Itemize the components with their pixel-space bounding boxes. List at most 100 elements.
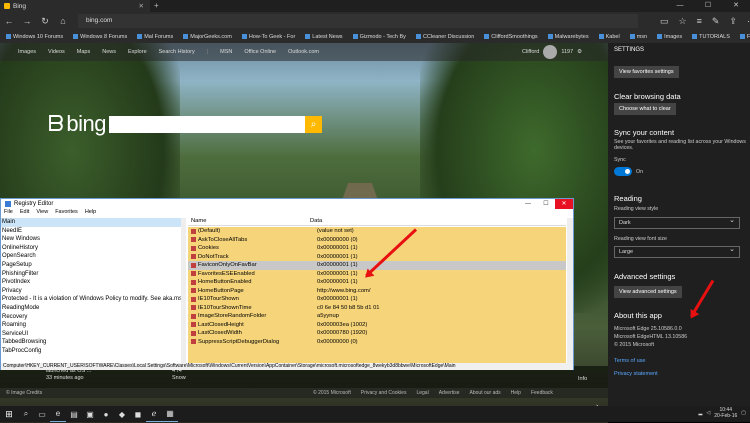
regedit-close-button[interactable]: ✕ — [555, 199, 573, 209]
tree-item[interactable]: OpenSearch — [1, 252, 185, 261]
table-row[interactable]: HomeButtonPage http://www.bing.com/ — [188, 287, 566, 296]
close-tab-icon[interactable]: ✕ — [139, 2, 144, 10]
bing-nav-link[interactable]: MSN — [220, 49, 232, 55]
privacy-link[interactable]: Privacy statement — [614, 371, 658, 377]
column-name-header[interactable]: Name — [188, 218, 310, 225]
footer-link[interactable]: © 2015 Microsoft — [313, 390, 351, 396]
regedit-minimize-button[interactable]: — — [519, 199, 537, 209]
edge-taskbar-icon[interactable]: e — [50, 406, 66, 422]
bing-nav-link[interactable]: News — [102, 49, 116, 55]
search-button[interactable]: ⌕ — [305, 116, 322, 133]
bing-nav-link[interactable]: Maps — [77, 49, 90, 55]
favorite-item[interactable]: How-To Geek - For — [241, 34, 295, 40]
view-favorites-settings-button[interactable]: View favorites settings — [614, 66, 679, 78]
table-row[interactable]: FavoritesESEEnabled 0x00000001 (1) — [188, 270, 566, 279]
tree-item[interactable]: Main — [1, 218, 185, 227]
regedit-menu-item[interactable]: Edit — [20, 209, 29, 217]
user-name[interactable]: Clifford — [522, 49, 539, 55]
bing-nav-link[interactable]: Images — [18, 49, 36, 55]
tree-item[interactable]: Protected - It is a violation of Windows… — [1, 295, 185, 304]
bing-nav-link[interactable]: Search History — [159, 49, 195, 55]
reading-view-icon[interactable]: ▭ — [660, 16, 669, 27]
favorite-item[interactable]: Kabel — [598, 34, 620, 40]
view-advanced-settings-button[interactable]: View advanced settings — [614, 286, 682, 298]
bing-nav-link[interactable]: Outlook.com — [288, 49, 319, 55]
favorite-item[interactable]: Windows 10 Forums — [6, 34, 63, 40]
favorite-item[interactable]: Mal Forums — [137, 34, 173, 40]
favorite-item[interactable]: MajorGeeks.com — [183, 34, 232, 40]
close-window-button[interactable]: ✕ — [722, 0, 750, 12]
footer-link[interactable]: Advertise — [439, 390, 460, 396]
bing-nav-link[interactable]: Videos — [48, 49, 65, 55]
tree-item[interactable]: New Windows — [1, 235, 185, 244]
back-arrow-icon[interactable]: ← — [0, 16, 18, 26]
table-row[interactable]: (Default) (value not set) — [188, 227, 566, 236]
tree-item[interactable]: PhishingFilter — [1, 270, 185, 279]
bing-nav-link[interactable]: Explore — [128, 49, 147, 55]
tree-item[interactable]: ServiceUI — [1, 330, 185, 339]
volume-icon[interactable]: ◁ — [706, 410, 710, 416]
footer-link[interactable]: About our ads — [470, 390, 501, 396]
table-row[interactable]: AskToCloseAllTabs 0x00000000 (0) — [188, 236, 566, 245]
maximize-button[interactable]: ☐ — [694, 0, 722, 12]
tree-item[interactable]: NeedIE — [1, 227, 185, 236]
font-size-select[interactable]: Large — [614, 245, 740, 258]
regedit-maximize-button[interactable]: ☐ — [537, 199, 555, 209]
list-scrollbar[interactable] — [567, 218, 573, 363]
tree-scrollbar[interactable] — [181, 218, 186, 363]
app-icon[interactable]: ◆ — [114, 406, 130, 422]
new-tab-button[interactable]: + — [154, 1, 159, 10]
regedit-taskbar-icon[interactable]: ▦ — [162, 406, 178, 422]
search-input[interactable] — [109, 116, 305, 133]
forward-arrow-icon[interactable]: → — [18, 16, 36, 26]
ie-icon[interactable]: ℯ — [146, 406, 162, 422]
footer-link[interactable]: Legal — [416, 390, 428, 396]
table-row[interactable]: IE10TourShownTime c0 6e 84 50 b8 5b d1 01 — [188, 304, 566, 313]
regedit-menu-item[interactable]: Help — [85, 209, 96, 217]
favorite-star-icon[interactable]: ☆ — [679, 16, 687, 27]
task-view-icon[interactable]: ▭ — [34, 406, 50, 422]
table-row[interactable]: SuppressScriptDebuggerDialog 0x00000000 (… — [188, 338, 566, 347]
bing-nav-link[interactable]: Office Online — [244, 49, 276, 55]
tree-item[interactable]: OnlineHistory — [1, 244, 185, 253]
favorite-item[interactable]: Gizmodo - Tech By — [352, 34, 406, 40]
regedit-menu-item[interactable]: Favorites — [55, 209, 78, 217]
image-credits-link[interactable]: © Image Credits — [6, 390, 42, 396]
footer-link[interactable]: Privacy and Cookies — [361, 390, 407, 396]
favorite-item[interactable]: Malwarebytes — [547, 34, 589, 40]
rewards-count[interactable]: 1197 — [561, 49, 573, 55]
favorite-item[interactable]: TUTORIALS — [692, 34, 730, 40]
regedit-titlebar[interactable]: Registry Editor — [1, 199, 573, 209]
store-icon[interactable]: ▣ — [82, 406, 98, 422]
sync-toggle[interactable] — [614, 167, 632, 176]
clock[interactable]: 10:44 20-Feb-16 — [714, 407, 737, 419]
address-bar[interactable]: bing.com — [78, 14, 638, 28]
hub-icon[interactable]: ≡ — [697, 16, 702, 26]
table-row[interactable]: IE10TourShown 0x00000001 (1) — [188, 295, 566, 304]
tree-item[interactable]: ReadingMode — [1, 304, 185, 313]
app-icon-2[interactable]: ◼ — [130, 406, 146, 422]
table-row[interactable]: HomeButtonEnabled 0x00000001 (1) — [188, 278, 566, 287]
firefox-icon[interactable]: ● — [98, 406, 114, 422]
share-icon[interactable]: ⇪ — [729, 16, 737, 27]
search-taskbar-icon[interactable]: ⌕ — [18, 406, 34, 422]
start-windows-icon[interactable]: ⊞ — [0, 409, 18, 420]
footer-link[interactable]: Feedback — [531, 390, 553, 396]
tab-bing[interactable]: Bing ✕ — [0, 0, 150, 12]
table-row[interactable]: DoNotTrack 0x00000001 (1) — [188, 253, 566, 262]
web-note-icon[interactable]: ✎ — [712, 16, 720, 27]
tree-item[interactable]: Privacy — [1, 287, 185, 296]
favorite-item[interactable]: FRITZ!Box — [739, 34, 750, 40]
favorite-item[interactable]: Latest News — [305, 34, 343, 40]
choose-what-to-clear-button[interactable]: Choose what to clear — [614, 103, 676, 115]
refresh-icon[interactable]: ↻ — [36, 16, 54, 27]
regedit-menu-item[interactable]: File — [4, 209, 13, 217]
favorite-item[interactable]: CCleaner Discussion — [415, 34, 474, 40]
regedit-menu-item[interactable]: View — [36, 209, 48, 217]
table-row[interactable]: LastClosedHeight 0x000003ea (1002) — [188, 321, 566, 330]
favorite-item[interactable]: Images — [657, 34, 682, 40]
tree-item[interactable]: PivotIndex — [1, 278, 185, 287]
tree-item[interactable]: Recovery — [1, 313, 185, 322]
table-row[interactable]: Cookies 0x00000001 (1) — [188, 244, 566, 253]
footer-link[interactable]: Help — [511, 390, 521, 396]
